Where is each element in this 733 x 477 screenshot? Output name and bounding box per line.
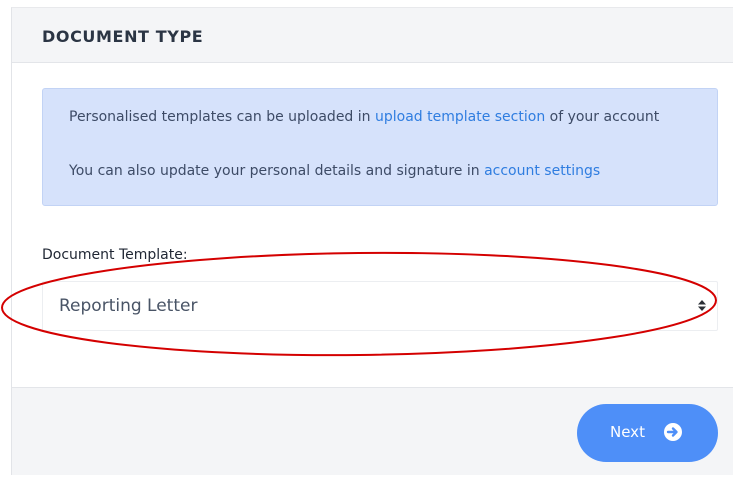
select-arrows-icon (698, 300, 706, 311)
document-type-card: DOCUMENT TYPE Personalised templates can… (11, 7, 733, 475)
next-button[interactable]: Next (577, 404, 718, 462)
card-footer: Next (12, 387, 733, 475)
card-title: DOCUMENT TYPE (42, 27, 204, 46)
info-line-upload-template: Personalised templates can be uploaded i… (69, 106, 689, 128)
document-template-select[interactable]: Reporting Letter (42, 281, 718, 331)
next-button-label: Next (610, 423, 645, 441)
upload-template-link[interactable]: upload template section (375, 109, 545, 125)
info-alert: Personalised templates can be uploaded i… (42, 88, 718, 206)
card-header: DOCUMENT TYPE (12, 8, 733, 63)
selected-template-value: Reporting Letter (59, 296, 198, 316)
info-text: Personalised templates can be uploaded i… (69, 109, 375, 125)
document-template-label: Document Template: (42, 247, 188, 263)
account-settings-link[interactable]: account settings (484, 163, 600, 179)
info-text: You can also update your personal detail… (69, 163, 485, 179)
info-line-account-settings: You can also update your personal detail… (69, 160, 709, 182)
info-text: of your account (545, 109, 660, 125)
arrow-circle-right-icon (664, 423, 682, 441)
